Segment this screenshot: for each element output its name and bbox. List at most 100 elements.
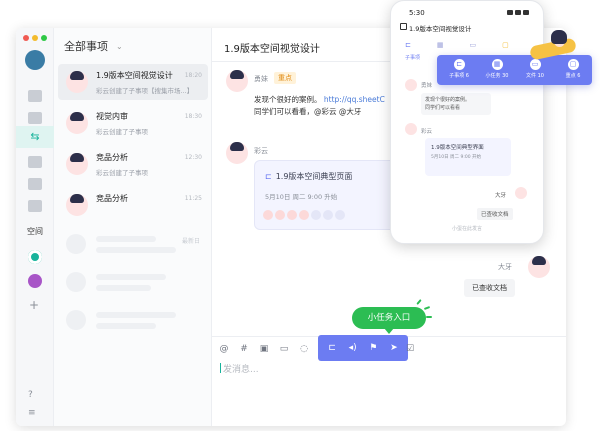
phone-card-date: 5月10日 周二 9:00 开始	[431, 155, 481, 160]
skeleton-avatar	[66, 310, 86, 330]
avatar	[287, 210, 297, 220]
avatar	[528, 256, 550, 278]
send-icon[interactable]: ➤	[390, 343, 398, 353]
menu-icon[interactable]: ≡	[28, 408, 36, 418]
list-item[interactable]: 1.9版本空间视觉设计 彩云创建了子事项【搜集市场...】 18:20	[58, 64, 208, 100]
chart-icon[interactable]	[28, 112, 42, 124]
chat-icon[interactable]: ◌	[298, 344, 310, 354]
folder-icon[interactable]: ▭	[278, 344, 290, 354]
panel-item-label: 子事项 6	[449, 73, 469, 79]
list-header[interactable]: 全部事项 ⌄	[64, 38, 123, 54]
skeleton-line	[96, 247, 176, 253]
mention-icon[interactable]: @	[218, 344, 230, 354]
list-item-time: 11:25	[184, 195, 202, 202]
space-avatar-2[interactable]	[28, 274, 42, 288]
skeleton-line	[96, 236, 156, 242]
phone-tabs: ⊏ ▦ ▭ ▢	[405, 41, 509, 49]
skeleton-line	[96, 274, 166, 280]
left-rail: ⇆ 空间 + ? ≡	[16, 28, 54, 426]
help-icon[interactable]: ?	[28, 390, 33, 400]
checkbox-icon[interactable]	[400, 23, 407, 30]
list-item[interactable]: 竞品分析 彩云创建了子事项 12:30	[58, 146, 208, 182]
star-icon[interactable]: ▢	[502, 41, 509, 49]
branch-icon: ⊏	[265, 172, 272, 181]
tasks-icon: ⇆	[30, 130, 40, 143]
book-icon[interactable]	[28, 178, 42, 190]
avatar	[226, 142, 248, 164]
skeleton-line	[96, 285, 151, 291]
archive-icon[interactable]	[28, 200, 42, 212]
task-toolbar: ⊏ ◂) ⚑ ➤	[318, 335, 408, 361]
add-space-icon[interactable]: +	[29, 298, 39, 312]
checklist-icon[interactable]: ☑	[404, 344, 416, 354]
maximize-dot[interactable]	[41, 35, 47, 41]
hash-icon[interactable]: #	[238, 344, 250, 354]
message-text: 发现个很好的案例。 http://qq.sheetC 同学们可以看看，@彩云 @…	[254, 94, 385, 118]
phone-time: 5:30	[409, 9, 425, 17]
signal-icon	[507, 10, 529, 15]
grid-icon[interactable]: ▦	[437, 41, 444, 49]
event-card-date: 5月10日 周二 9:00 升始	[265, 193, 338, 201]
space-label: 空间	[27, 227, 43, 236]
task-entry-tooltip: 小任务入口	[352, 307, 426, 334]
list-item-subtitle: 彩云创建了子事项	[96, 128, 148, 136]
list-item-title: 竞品分析	[96, 194, 128, 203]
branch-icon: ⊏	[453, 59, 465, 70]
calendar-icon[interactable]	[28, 90, 42, 102]
phone-message: 发现个很好的案例。 同学们可以看看	[421, 93, 491, 115]
chat-title: 1.9版本空间视觉设计	[224, 44, 320, 55]
illustration-hair	[551, 30, 567, 44]
priority-tag[interactable]: 重点	[274, 72, 296, 84]
list-item[interactable]: 视觉内审 彩云创建了子事项 18:30	[58, 105, 208, 141]
message-link[interactable]: http://qq.sheetC	[324, 95, 385, 104]
list-header-title: 全部事项	[64, 40, 108, 53]
task-list: 全部事项 ⌄ 1.9版本空间视觉设计 彩云创建了子事项【搜集市场...】 18:…	[54, 28, 212, 426]
space-avatar-1[interactable]	[28, 250, 42, 264]
list-item-subtitle: 彩云创建了子事项	[96, 169, 148, 177]
list-item[interactable]: 竞品分析 11:25	[58, 187, 208, 223]
user-avatar[interactable]	[25, 50, 45, 70]
message-sender: 大牙	[498, 263, 512, 271]
skeleton-avatar	[66, 272, 86, 292]
skeleton-line	[96, 312, 176, 318]
list-item-time: 18:20	[184, 72, 202, 79]
avatar	[226, 70, 248, 92]
phone-event-card[interactable]: 1.9版本空间典型界面 5月10日 周二 9:00 开始	[425, 138, 511, 176]
avatar	[323, 210, 333, 220]
branch-icon[interactable]: ⊏	[405, 41, 411, 49]
message-input[interactable]: 发消息...	[220, 362, 259, 375]
contacts-icon[interactable]	[28, 156, 42, 168]
task-icon: ▦	[491, 59, 503, 70]
avatar	[311, 210, 321, 220]
skeleton-time: 最新日	[182, 238, 201, 245]
event-card[interactable]: ⊏ 1.9版本空间典型页面 5月10日 周二 9:00 升始	[254, 160, 406, 230]
panel-item-subtasks[interactable]: ⊏ 子事项 6	[441, 59, 477, 79]
avatar	[66, 112, 88, 134]
panel-item-highlights[interactable]: ▢ 重点 6	[555, 59, 591, 79]
list-item-time: 12:30	[184, 154, 202, 161]
minimize-dot[interactable]	[32, 35, 38, 41]
list-item-title: 1.9版本空间视觉设计	[96, 71, 173, 80]
phone-title: 1.9版本空间视觉设计	[409, 25, 472, 33]
flag-icon[interactable]: ⚑	[369, 343, 377, 353]
chevron-down-icon: ⌄	[116, 41, 123, 51]
avatar	[66, 71, 88, 93]
panel-item-files[interactable]: ▭ 文件 10	[517, 59, 553, 79]
rail-item-tasks[interactable]: ⇆	[16, 126, 54, 148]
panel-item-label: 文件 10	[526, 73, 544, 79]
phone-sender: 大牙	[495, 193, 507, 199]
panel-item-label: 重点 6	[565, 73, 581, 79]
folder-icon[interactable]: ▭	[470, 41, 477, 49]
avatar	[263, 210, 273, 220]
speaker-icon[interactable]: ◂)	[349, 343, 357, 353]
panel-item-tasks[interactable]: ▦ 小任务 30	[479, 59, 515, 79]
image-icon[interactable]: ▣	[258, 344, 270, 354]
panel-item-label: 小任务 30	[485, 73, 509, 79]
avatar	[335, 210, 345, 220]
branch-icon[interactable]: ⊏	[328, 343, 336, 353]
phone-sender: 勇妹	[421, 83, 433, 89]
member-avatars	[263, 210, 345, 220]
phone-input[interactable]: 小蛋在此发言	[391, 225, 543, 232]
avatar	[299, 210, 309, 220]
close-dot[interactable]	[23, 35, 29, 41]
